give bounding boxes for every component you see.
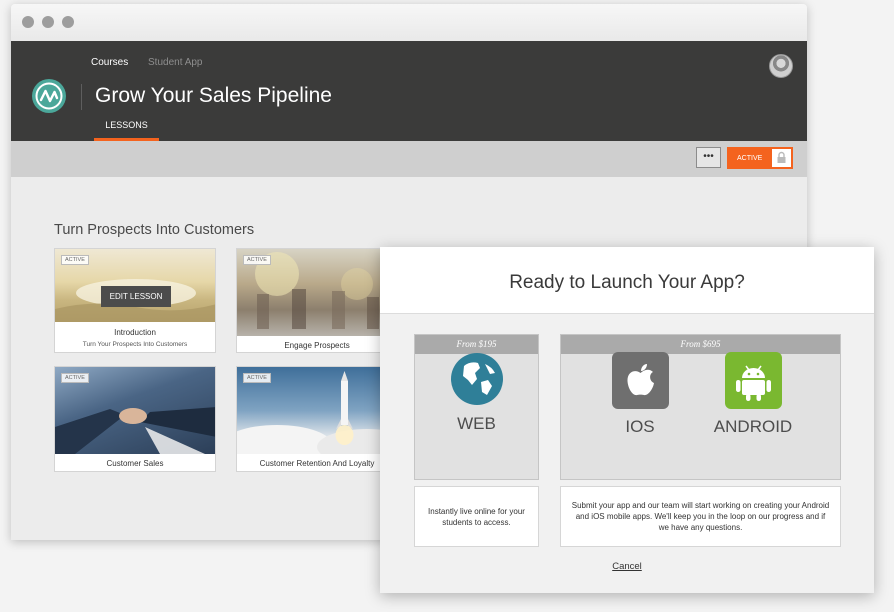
lesson-thumbnail: ACTIVE [237, 249, 397, 336]
ios-platform: IOS [593, 352, 687, 437]
status-badge: ACTIVE [243, 373, 271, 383]
web-label: WEB [457, 414, 496, 433]
web-platform: WEB [415, 352, 538, 434]
launch-app-modal: Ready to Launch Your App? From $195 WEB … [380, 247, 874, 593]
edit-lesson-button[interactable]: EDIT LESSON [101, 286, 171, 307]
apple-icon [611, 352, 669, 409]
android-platform: ANDROID [701, 352, 805, 437]
more-options-button[interactable]: ••• [696, 147, 721, 168]
lesson-card-customer-retention[interactable]: ACTIVE Customer Retention And Loyalty [236, 366, 398, 472]
lesson-card-engage-prospects[interactable]: ACTIVE Engage Prospects [236, 248, 398, 353]
lesson-title: Engage Prospects [284, 341, 350, 350]
window-minimize-button[interactable] [42, 16, 54, 28]
modal-title: Ready to Launch Your App? [509, 272, 745, 293]
cancel-area: Cancel [380, 561, 874, 572]
nav-student-app[interactable]: Student App [148, 57, 203, 68]
status-badge: ACTIVE [61, 255, 89, 265]
status-badge: ACTIVE [243, 255, 271, 265]
avatar[interactable] [769, 54, 793, 78]
nav-courses[interactable]: Courses [91, 57, 128, 68]
web-plan-option[interactable]: From $195 WEB [414, 334, 539, 480]
lesson-thumbnail: ACTIVE EDIT LESSON [55, 249, 215, 322]
page-title: Grow Your Sales Pipeline [95, 84, 332, 107]
lesson-title: Introduction [114, 328, 156, 337]
mobile-description: Submit your app and our team will start … [560, 486, 841, 547]
mobile-plan-option[interactable]: From $695 IOS ANDROID [560, 334, 841, 480]
status-toggle-button[interactable]: ACTIVE [727, 147, 793, 169]
course-toolbar: ••• ACTIVE [11, 141, 807, 177]
lesson-title: Customer Retention And Loyalty [259, 459, 375, 468]
android-label: ANDROID [713, 417, 793, 436]
status-label: ACTIVE [737, 155, 763, 162]
ios-label: IOS [625, 417, 655, 436]
modal-header: Ready to Launch Your App? [380, 247, 874, 314]
lesson-card-customer-sales[interactable]: ACTIVE Customer Sales [54, 366, 216, 472]
lesson-title: Customer Sales [106, 459, 164, 468]
status-badge: ACTIVE [61, 373, 89, 383]
cancel-button[interactable]: Cancel [612, 561, 642, 572]
web-description: Instantly live online for your students … [414, 486, 539, 547]
globe-icon [450, 353, 503, 405]
lesson-thumbnail: ACTIVE [55, 367, 215, 454]
course-header: Courses Student App Grow Your Sales Pipe… [11, 41, 807, 141]
window-close-button[interactable] [22, 16, 34, 28]
android-icon [724, 352, 782, 409]
lock-icon [772, 149, 791, 167]
window-maximize-button[interactable] [62, 16, 74, 28]
logo-icon [32, 79, 66, 113]
lesson-subtitle: Turn Your Prospects Into Customers [82, 341, 188, 348]
window-titlebar [11, 4, 807, 41]
section-title: Turn Prospects Into Customers [54, 222, 255, 238]
tab-lessons[interactable]: LESSONS [94, 116, 159, 141]
lesson-thumbnail: ACTIVE [237, 367, 397, 454]
header-divider [81, 84, 82, 110]
lesson-card-introduction[interactable]: ACTIVE EDIT LESSON Introduction Turn You… [54, 248, 216, 353]
